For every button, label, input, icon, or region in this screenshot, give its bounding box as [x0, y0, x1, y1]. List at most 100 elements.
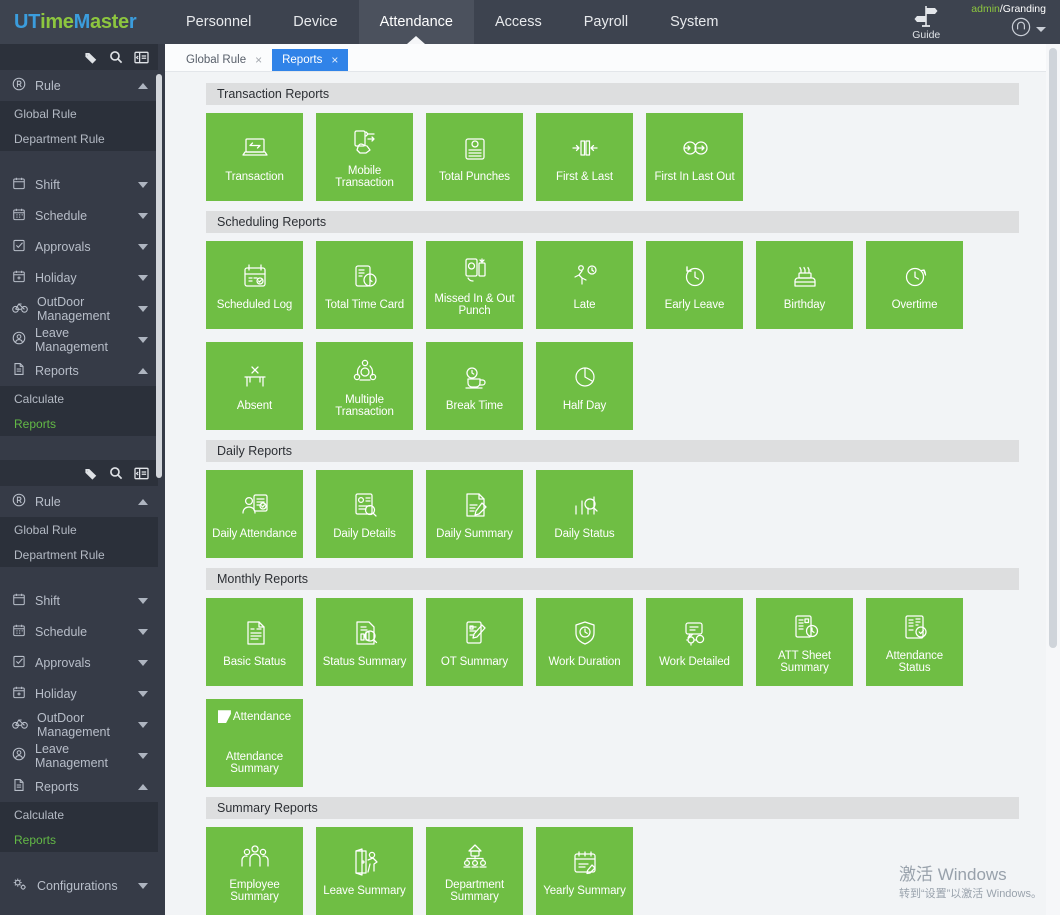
section-header: Monthly Reports: [206, 568, 1019, 590]
report-tile-multiple-transaction[interactable]: Multiple Transaction: [316, 342, 413, 430]
tab-global-rule[interactable]: Global Rule×: [176, 49, 272, 71]
user-account-box[interactable]: admin/Granding: [957, 0, 1050, 44]
sidebar-item-reports[interactable]: Reports: [0, 771, 158, 802]
report-tile-work-duration[interactable]: Work Duration: [536, 598, 633, 686]
report-tile-break-time[interactable]: Break Time: [426, 342, 523, 430]
search-icon[interactable]: [109, 466, 123, 480]
report-tile-total-time-card[interactable]: Total Time Card: [316, 241, 413, 329]
chevron-down-icon[interactable]: [138, 722, 148, 728]
chevron-down-icon[interactable]: [138, 629, 148, 635]
chevron-down-icon[interactable]: [138, 306, 148, 312]
sidebar-item-shift[interactable]: Shift: [0, 169, 158, 200]
tag-icon[interactable]: [84, 51, 98, 64]
report-tile-department-summary[interactable]: Department Summary: [426, 827, 523, 915]
close-icon[interactable]: ×: [331, 54, 338, 66]
report-tile-transaction[interactable]: Transaction: [206, 113, 303, 201]
report-tile-absent[interactable]: Absent: [206, 342, 303, 430]
sidebar-subitem-global-rule[interactable]: Global Rule: [0, 517, 158, 542]
sidebar-item-rule[interactable]: Rule: [0, 486, 158, 517]
sidebar-item-schedule[interactable]: Schedule: [0, 616, 158, 647]
chevron-down-icon[interactable]: [138, 244, 148, 250]
sidebar-subitem-department-rule[interactable]: Department Rule: [0, 542, 158, 567]
report-tile-total-punches[interactable]: Total Punches: [426, 113, 523, 201]
chevron-up-icon[interactable]: [138, 368, 148, 374]
report-tile-leave-summary[interactable]: Leave Summary: [316, 827, 413, 915]
report-tile-yearly-summary[interactable]: Yearly Summary: [536, 827, 633, 915]
chevron-down-icon[interactable]: [138, 753, 148, 759]
report-tile-status-summary[interactable]: Status Summary: [316, 598, 413, 686]
chevron-down-icon[interactable]: [138, 660, 148, 666]
app-logo[interactable]: UTime Master: [0, 0, 165, 44]
sidebar-item-leave-management[interactable]: Leave Management: [0, 324, 158, 355]
close-icon[interactable]: ×: [255, 54, 262, 66]
chevron-down-icon[interactable]: [138, 337, 148, 343]
chevron-up-icon[interactable]: [138, 83, 148, 89]
search-icon[interactable]: [109, 50, 123, 64]
tag-icon[interactable]: [84, 467, 98, 480]
report-tile-daily-details[interactable]: Daily Details: [316, 470, 413, 558]
sidebar-item-holiday[interactable]: Holiday: [0, 262, 158, 293]
sidebar-item-rule[interactable]: Rule: [0, 70, 158, 101]
chevron-down-icon[interactable]: [138, 275, 148, 281]
nav-item-payroll[interactable]: Payroll: [563, 0, 649, 44]
sidebar-item-shift[interactable]: Shift: [0, 585, 158, 616]
sidebar-subitem-reports[interactable]: Reports: [0, 827, 158, 852]
report-tile-daily-attendance[interactable]: Daily Attendance: [206, 470, 303, 558]
report-tile-ot-summary[interactable]: OT Summary: [426, 598, 523, 686]
report-tile-daily-status[interactable]: Daily Status: [536, 470, 633, 558]
report-tile-scheduled-log[interactable]: Scheduled Log: [206, 241, 303, 329]
sidebar-item-holiday[interactable]: Holiday: [0, 678, 158, 709]
sidebar-subitem-department-rule[interactable]: Department Rule: [0, 126, 158, 151]
report-tile-birthday[interactable]: Birthday: [756, 241, 853, 329]
report-tile-early-leave[interactable]: Early Leave: [646, 241, 743, 329]
sidebar-item-outdoor-management[interactable]: OutDoor Management: [0, 293, 158, 324]
report-tile-basic-status[interactable]: Basic Status: [206, 598, 303, 686]
chevron-up-icon[interactable]: [138, 499, 148, 505]
report-tile-overtime[interactable]: Overtime: [866, 241, 963, 329]
report-tile-half-day[interactable]: Half Day: [536, 342, 633, 430]
chevron-down-icon[interactable]: [1036, 27, 1046, 32]
sidebar-scrollbar[interactable]: [156, 74, 162, 478]
report-tile-work-detailed[interactable]: Work Detailed: [646, 598, 743, 686]
chevron-down-icon[interactable]: [138, 883, 148, 889]
chevron-down-icon[interactable]: [138, 598, 148, 604]
sidebar-subitem-reports[interactable]: Reports: [0, 411, 158, 436]
nav-item-access[interactable]: Access: [474, 0, 563, 44]
report-tile-missed-in-out-punch[interactable]: Missed In & Out Punch: [426, 241, 523, 329]
sidebar-item-approvals[interactable]: Approvals: [0, 647, 158, 678]
sidebar-item-outdoor-management[interactable]: OutDoor Management: [0, 709, 158, 740]
collapse-menu-icon[interactable]: [134, 467, 149, 480]
guide-button[interactable]: Guide: [895, 0, 957, 44]
nav-item-attendance[interactable]: Attendance: [359, 0, 474, 44]
nav-item-device[interactable]: Device: [272, 0, 358, 44]
report-tile-label: Attendance Status: [869, 651, 960, 674]
sidebar-item-schedule[interactable]: Schedule: [0, 200, 158, 231]
chevron-down-icon[interactable]: [138, 182, 148, 188]
sidebar-item-approvals[interactable]: Approvals: [0, 231, 158, 262]
page-scrollbar-thumb[interactable]: [1049, 48, 1057, 648]
page-scrollbar-track[interactable]: [1046, 44, 1060, 915]
report-tile-first-in-last-out[interactable]: First In Last Out: [646, 113, 743, 201]
sidebar-item-leave-management[interactable]: Leave Management: [0, 740, 158, 771]
sidebar-item-configurations[interactable]: Configurations: [0, 870, 158, 901]
report-tile-attendance-summary[interactable]: AttendanceAttendance Summary: [206, 699, 303, 787]
report-tile-att-sheet-summary[interactable]: ATT Sheet Summary: [756, 598, 853, 686]
chevron-up-icon[interactable]: [138, 784, 148, 790]
report-tile-daily-summary[interactable]: Daily Summary: [426, 470, 523, 558]
report-tile-late[interactable]: Late: [536, 241, 633, 329]
sidebar-item-reports[interactable]: Reports: [0, 355, 158, 386]
collapse-menu-icon[interactable]: [134, 51, 149, 64]
sidebar-subitem-calculate[interactable]: Calculate: [0, 386, 158, 411]
report-tile-mobile-transaction[interactable]: Mobile Transaction: [316, 113, 413, 201]
report-tile-employee-summary[interactable]: Employee Summary: [206, 827, 303, 915]
nav-item-personnel[interactable]: Personnel: [165, 0, 272, 44]
report-tile-attendance-status[interactable]: Attendance Status: [866, 598, 963, 686]
sidebar-subitem-calculate[interactable]: Calculate: [0, 802, 158, 827]
chevron-down-icon[interactable]: [138, 213, 148, 219]
chevron-down-icon[interactable]: [138, 691, 148, 697]
sidebar-subitem-global-rule[interactable]: Global Rule: [0, 101, 158, 126]
user-avatar-row[interactable]: [1011, 17, 1046, 42]
report-tile-first-last[interactable]: First & Last: [536, 113, 633, 201]
tab-reports[interactable]: Reports×: [272, 49, 348, 71]
nav-item-system[interactable]: System: [649, 0, 739, 44]
